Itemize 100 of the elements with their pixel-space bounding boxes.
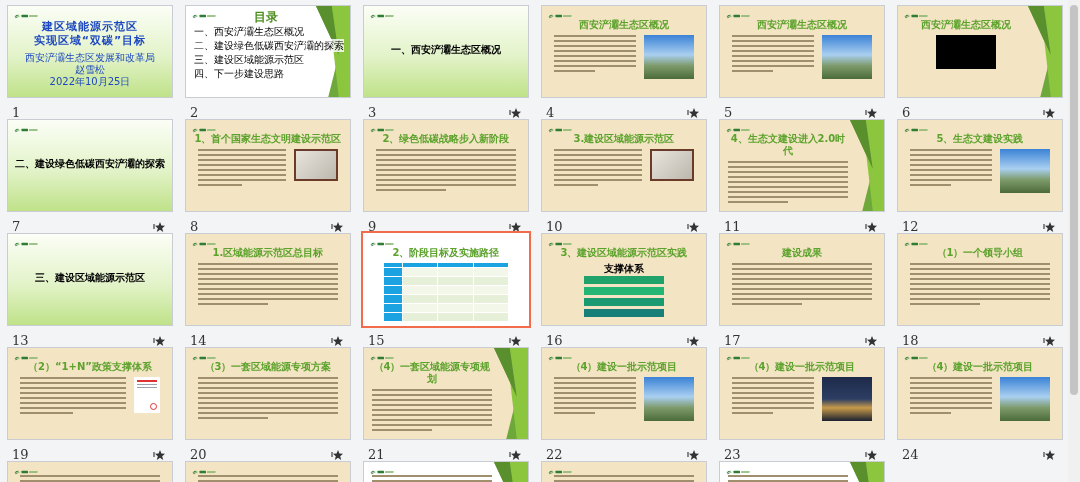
slide-thumbnail[interactable]: 3、建设区域能源示范区实践 支撑体系 <box>541 233 707 326</box>
logo-icon <box>14 469 38 475</box>
logo-icon <box>548 13 572 19</box>
logo-icon <box>726 355 750 361</box>
contents-item: 二、建设绿色低碳西安浐灞的探索 <box>194 39 344 52</box>
section-title: 二、建设绿色低碳西安浐灞的探索 <box>15 157 165 171</box>
slide-thumbnail[interactable]: 4、生态文建设进入2.0时代 <box>719 119 885 212</box>
slide-thumbnail[interactable]: 1.区域能源示范区总目标 <box>185 233 351 326</box>
slide-number: 17 <box>724 334 741 347</box>
slide-number: 22 <box>546 448 563 461</box>
slide-thumbnail[interactable]: 目录 一、西安浐灞生态区概况 二、建设绿色低碳西安浐灞的探索 三、建设区域能源示范区 四、下一步建设思路 <box>185 5 351 98</box>
scrollbar[interactable] <box>1068 0 1080 482</box>
slide-number: 23 <box>724 448 741 461</box>
slide-number: 19 <box>12 448 29 461</box>
slide-thumbnail[interactable]: 1、首个国家生态文明建设示范区 <box>185 119 351 212</box>
logo-icon <box>192 355 216 361</box>
slide-number: 20 <box>190 448 207 461</box>
slide-number: 12 <box>902 220 919 233</box>
diagram-heading: 支撑体系 <box>604 263 644 274</box>
slide-subtitle: 2022年10月25日 <box>49 76 131 88</box>
logo-icon <box>726 241 750 247</box>
slide-subtitle: 西安浐灞生态区发展和改革局 <box>25 52 155 64</box>
logo-icon <box>14 241 38 247</box>
slide-title: 目录 <box>254 10 278 24</box>
slide-thumbnail[interactable]: 3.建设区域能源示范区 <box>541 119 707 212</box>
logo-icon <box>370 13 394 19</box>
logo-icon <box>192 127 216 133</box>
slide-number: 9 <box>368 220 377 233</box>
slide-title: （2）“1+N”政策支撑体系 <box>28 361 152 373</box>
slide-number: 4 <box>546 106 555 119</box>
slide-number: 5 <box>724 106 733 119</box>
slide-title: 建设成果 <box>782 247 822 259</box>
slide-title: 1.区域能源示范区总目标 <box>212 247 324 259</box>
slide-thumbnail[interactable]: 一、西安浐灞生态区概况 <box>363 5 529 98</box>
slide-title: 5、生态文建设实践 <box>936 133 1024 145</box>
logo-icon <box>192 241 216 247</box>
logo-icon <box>370 127 394 133</box>
slide-thumbnail[interactable]: （2）“1+N”政策支撑体系 <box>7 347 173 440</box>
logo-icon <box>548 241 572 247</box>
slide-thumbnail[interactable]: 5、生态文建设实践 <box>897 119 1063 212</box>
slide-number: 16 <box>546 334 563 347</box>
logo-icon <box>14 13 38 19</box>
logo-icon <box>370 355 394 361</box>
slide-thumbnail[interactable]: 二、建设绿色低碳西安浐灞的探索 <box>7 119 173 212</box>
slide-number: 8 <box>190 220 199 233</box>
slide-number: 24 <box>902 448 919 461</box>
slide-thumbnail[interactable]: 西安浐灞生态区概况 <box>719 5 885 98</box>
slide-thumbnail[interactable]: 2、阶段目标及实施路径 <box>363 233 529 326</box>
logo-icon <box>904 241 928 247</box>
slide-number: 6 <box>902 106 911 119</box>
slide-title: 西安浐灞生态区概况 <box>757 19 847 31</box>
logo-icon <box>904 355 928 361</box>
slide-title: 3.建设区域能源示范区 <box>573 133 675 145</box>
slide-thumbnail[interactable]: 西安浐灞生态区概况 <box>897 5 1063 98</box>
slide-number: 10 <box>546 220 563 233</box>
slide-number: 21 <box>368 448 385 461</box>
logo-icon <box>192 13 216 19</box>
slide-thumbnail[interactable]: （1）一个领导小组 <box>897 233 1063 326</box>
slide-title: 建区域能源示范区 <box>42 20 138 34</box>
slide-subtitle: 赵雪松 <box>75 64 105 76</box>
slide-thumbnail[interactable]: （4）建设一批示范项目 <box>541 347 707 440</box>
slide-title: 2、阶段目标及实施路径 <box>392 247 500 259</box>
section-title: 一、西安浐灞生态区概况 <box>391 43 501 57</box>
slide-title: （4）建设一批示范项目 <box>748 361 856 373</box>
logo-icon <box>904 127 928 133</box>
contents-item: 四、下一步建设思路 <box>194 67 284 80</box>
slide-title: 4、生态文建设进入2.0时代 <box>729 133 847 157</box>
slide-number: 11 <box>724 220 741 233</box>
slide-thumbnail[interactable]: 2、绿色低碳战略步入新阶段 <box>363 119 529 212</box>
slide-thumbnail[interactable]: （4）一套区域能源专项规划 <box>363 347 529 440</box>
logo-icon <box>192 469 216 475</box>
slide-thumbnail[interactable]: 建设成果 <box>719 233 885 326</box>
slide-title: 西安浐灞生态区概况 <box>921 19 1011 31</box>
slide-title: （3）一套区域能源专项方案 <box>204 361 332 373</box>
slide-title: 3、建设区域能源示范区实践 <box>560 247 688 259</box>
logo-icon <box>904 13 928 19</box>
slide-thumbnail[interactable]: （3）一套区域能源专项方案 <box>185 347 351 440</box>
logo-icon <box>14 355 38 361</box>
slide-number: 15 <box>368 334 385 347</box>
slide-thumbnail[interactable]: （4）建设一批示范项目 <box>719 347 885 440</box>
slide-thumbnail[interactable]: 西安浐灞生态区概况 <box>541 5 707 98</box>
logo-icon <box>726 469 750 475</box>
slide-thumbnail[interactable]: （4）建设一批示范项目 <box>897 347 1063 440</box>
slide-title: （4）一套区域能源专项规划 <box>372 361 492 385</box>
slide-title: 西安浐灞生态区概况 <box>579 19 669 31</box>
slide-title: 2、绿色低碳战略步入新阶段 <box>382 133 510 145</box>
slide-number: 18 <box>902 334 919 347</box>
logo-icon <box>548 355 572 361</box>
logo-icon <box>548 469 572 475</box>
logo-icon <box>370 469 394 475</box>
contents-item: 一、西安浐灞生态区概况 <box>194 25 304 38</box>
slide-number: 7 <box>12 220 21 233</box>
slide-thumbnail[interactable]: 建区域能源示范区 实现区域“双碳”目标 西安浐灞生态区发展和改革局 赵雪松 2022年10月25日 <box>7 5 173 98</box>
slide-title: （4）建设一批示范项目 <box>570 361 678 373</box>
slide-number: 2 <box>190 106 199 119</box>
slide-number: 3 <box>368 106 377 119</box>
slide-thumbnail[interactable]: 三、建设区域能源示范区 <box>7 233 173 326</box>
slide-number: 13 <box>12 334 29 347</box>
logo-icon <box>726 13 750 19</box>
logo-icon <box>726 127 750 133</box>
